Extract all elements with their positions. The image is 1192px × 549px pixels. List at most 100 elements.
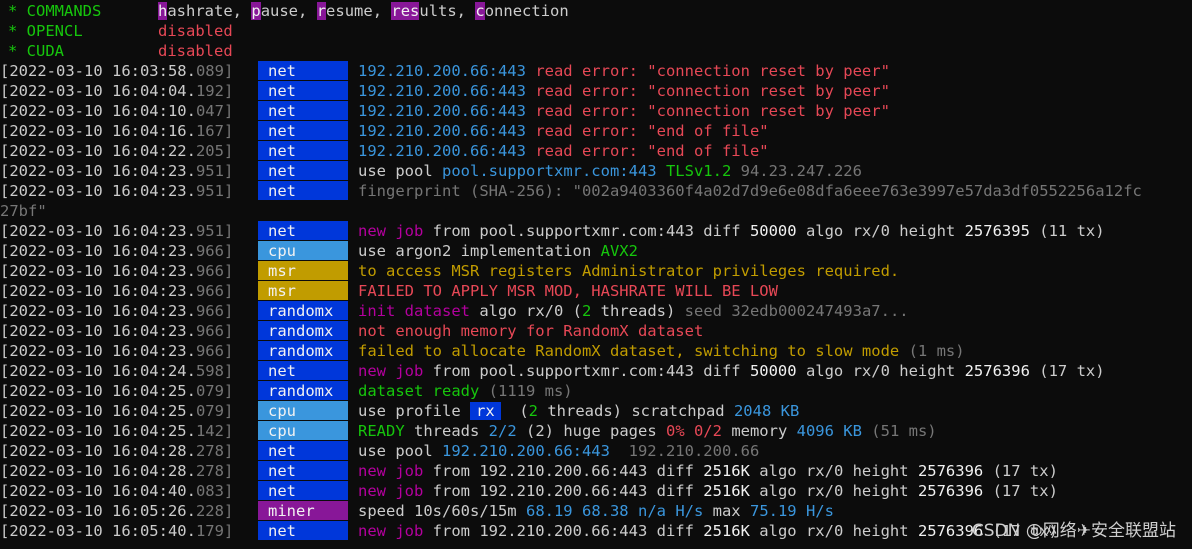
timestamp-ms: 167] [195, 122, 234, 140]
timestamp: [2022-03-10 16:04:28.278] [0, 461, 233, 481]
log-segment: 192.210.200.66 [628, 442, 760, 460]
timestamp-main: [2022-03-10 16:04:23. [0, 162, 196, 180]
log-line: [2022-03-10 16:04:23.951] net new job from… [0, 221, 1192, 241]
log-segment: read error: "connection reset by peer" [535, 82, 890, 100]
timestamp-main: [2022-03-10 16:04:28. [0, 462, 196, 480]
timestamp-ms: 278] [195, 442, 234, 460]
log-segment: new job [358, 462, 433, 480]
log-message: 192.210.200.66:443 read error: "connecti… [358, 81, 890, 101]
tag-randomx: randomx [258, 321, 348, 340]
timestamp: [2022-03-10 16:04:23.951] [0, 221, 233, 241]
timestamp-ms: 083] [195, 482, 234, 500]
log-line: [2022-03-10 16:04:23.966] msr to access MS… [0, 261, 1192, 281]
command-text: onnection [484, 2, 569, 20]
log-message: new job from pool.supportxmr.com:443 dif… [358, 221, 1105, 241]
header-value: disabled [158, 22, 233, 40]
timestamp: [2022-03-10 16:04:23.966] [0, 321, 233, 341]
timestamp-main: [2022-03-10 16:04:23. [0, 302, 196, 320]
tag-randomx: randomx [258, 301, 348, 320]
log-segment: (17 tx) [1029, 362, 1105, 380]
log-line: 27bf" [0, 201, 1192, 221]
timestamp: [2022-03-10 16:04:23.966] [0, 281, 233, 301]
log-segment: n/a [637, 502, 676, 520]
log-segment: to access MSR registers Administrator pr… [358, 262, 900, 280]
log-line: [2022-03-10 16:04:22.205] net 192.210.200.… [0, 141, 1192, 161]
log-message: new job from pool.supportxmr.com:443 dif… [358, 361, 1105, 381]
log-segment: 2516K [703, 522, 750, 540]
log-message: use pool 192.210.200.66:443 192.210.200.… [358, 441, 759, 461]
log-line: [2022-03-10 16:04:23.966] randomx init dat… [0, 301, 1192, 321]
timestamp-main: [2022-03-10 16:04:23. [0, 182, 196, 200]
timestamp-main: 27bf" [0, 202, 47, 220]
timestamp: [2022-03-10 16:04:23.951] [0, 161, 233, 181]
log-segment: 4096 KB [796, 422, 862, 440]
header-line: * OPENCL disabled [0, 21, 1192, 41]
timestamp-main: [2022-03-10 16:04:40. [0, 482, 196, 500]
tag-net: net [258, 101, 348, 120]
timestamp: 27bf" [0, 201, 47, 221]
profile-badge: rx [469, 402, 501, 420]
log-segment: (17 tx) [983, 462, 1058, 480]
tag-net: net [258, 141, 348, 160]
timestamp-main: [2022-03-10 16:04:25. [0, 422, 196, 440]
log-line: [2022-03-10 16:04:16.167] net 192.210.200.… [0, 121, 1192, 141]
log-segment: read error: "end of file" [535, 122, 769, 140]
log-segment: init dataset [358, 302, 480, 320]
log-message: use profile rx (2 threads) scratchpad 20… [358, 401, 799, 421]
timestamp-ms: 951] [195, 162, 234, 180]
log-line: [2022-03-10 16:04:04.192] net 192.210.200.… [0, 81, 1192, 101]
log-segment: use profile [358, 402, 470, 420]
terminal-window[interactable]: * COMMANDS hashrate, pause, resume, resul… [0, 0, 1192, 549]
tag-net: net [258, 481, 348, 500]
log-segment: 2576396 [917, 462, 984, 480]
log-segment: 50000 [749, 222, 797, 240]
timestamp-ms: 966] [195, 342, 234, 360]
log-segment: 192.210.200.66:443 [358, 62, 536, 80]
log-segment: (51 ms) [861, 422, 937, 440]
tag-net: net [258, 161, 348, 180]
timestamp-ms: 179] [195, 522, 234, 540]
log-message: FAILED TO APPLY MSR MOD, HASHRATE WILL B… [358, 281, 778, 301]
timestamp: [2022-03-10 16:05:40.179] [0, 521, 233, 541]
command-text: esume, [326, 2, 392, 20]
log-segment: algo rx/0 height [749, 522, 918, 540]
timestamp: [2022-03-10 16:05:26.228] [0, 501, 233, 521]
log-segment: threads) [591, 302, 685, 320]
log-segment: (1119 ms) [488, 382, 573, 400]
command-hotkey: res [391, 2, 420, 20]
log-segment: algo rx/0 ( [479, 302, 582, 320]
tag-net: net [258, 121, 348, 140]
log-message: to access MSR registers Administrator pr… [358, 261, 899, 281]
timestamp-ms: 951] [195, 222, 234, 240]
log-segment: 2/2 [488, 422, 517, 440]
log-segment: ( [500, 402, 529, 420]
timestamp-ms: 966] [195, 302, 234, 320]
tag-net: net [258, 81, 348, 100]
log-segment: from 192.210.200.66:443 diff [432, 462, 704, 480]
timestamp-main: [2022-03-10 16:04:28. [0, 442, 196, 460]
log-message: not enough memory for RandomX dataset [358, 321, 703, 341]
log-segment: READY [358, 422, 405, 440]
timestamp-ms: 966] [195, 322, 234, 340]
log-line: [2022-03-10 16:04:25.079] cpu use profile … [0, 401, 1192, 421]
log-message: 192.210.200.66:443 read error: "connecti… [358, 101, 890, 121]
log-line: [2022-03-10 16:04:10.047] net 192.210.200.… [0, 101, 1192, 121]
log-segment: new job [358, 362, 433, 380]
timestamp-main: [2022-03-10 16:04:23. [0, 242, 196, 260]
timestamp-main: [2022-03-10 16:04:22. [0, 142, 196, 160]
tag-net: net [258, 521, 348, 540]
log-segment: speed 10s/60s/15m [358, 502, 526, 520]
log-line: [2022-03-10 16:04:28.278] net new job from… [0, 461, 1192, 481]
timestamp: [2022-03-10 16:04:25.142] [0, 421, 233, 441]
log-segment: memory [721, 422, 797, 440]
command-hotkey: r [316, 2, 327, 20]
log-segment: 75.19 H/s [749, 502, 834, 520]
log-segment: seed 32edb000247493a7... [684, 302, 909, 320]
log-segment: TLSv1.2 [665, 162, 741, 180]
log-segment: use pool [358, 442, 442, 460]
log-line: [2022-03-10 16:04:40.083] net new job from… [0, 481, 1192, 501]
timestamp-ms: 142] [195, 422, 234, 440]
timestamp-main: [2022-03-10 16:03:58. [0, 62, 196, 80]
log-message: new job from 192.210.200.66:443 diff 251… [358, 461, 1058, 481]
tag-miner: miner [258, 501, 348, 520]
